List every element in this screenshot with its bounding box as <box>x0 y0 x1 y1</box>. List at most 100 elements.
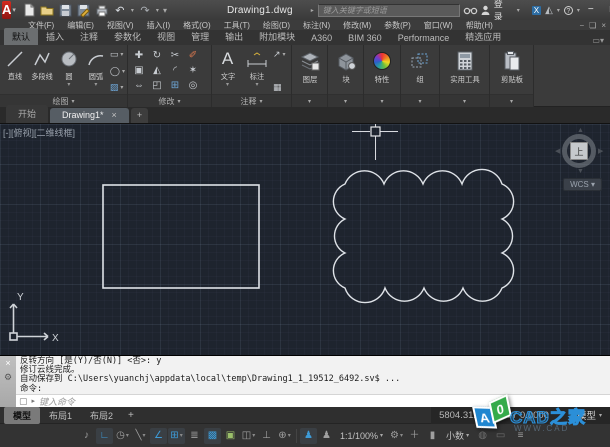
ribbon-tab-performance[interactable]: Performance <box>390 31 458 45</box>
menu-window[interactable]: 窗口(W) <box>424 20 453 31</box>
qat-customize-icon[interactable]: ▾ <box>163 6 167 15</box>
redo-arrow-icon[interactable]: ▾ <box>156 7 159 14</box>
rectangle-entity[interactable] <box>102 184 260 289</box>
revision-cloud-entity[interactable] <box>332 168 515 304</box>
fillet-icon[interactable]: ◜ <box>173 64 177 77</box>
alert-arrow-icon[interactable]: ▾ <box>557 7 560 14</box>
ribbon-tab-insert[interactable]: 插入 <box>38 28 72 45</box>
new-file-tab-button[interactable]: + <box>130 108 149 123</box>
panel-modify-title[interactable]: 修改 ▾ <box>128 94 211 107</box>
model-space-button[interactable]: 模型 ▾ <box>577 408 602 422</box>
file-tab-close-icon[interactable]: × <box>112 110 117 120</box>
table-button[interactable]: ▦ <box>273 82 286 93</box>
panel-properties-expand[interactable]: ▾ <box>364 94 400 107</box>
erase-icon[interactable]: ✐ <box>189 49 197 62</box>
ribbon-display-toggle-icon[interactable]: ▭▾ <box>592 36 604 45</box>
file-tab-start[interactable]: 开始 <box>6 105 49 123</box>
object-snap-toggle[interactable]: ⊞ ▾ <box>168 427 185 444</box>
undo-icon[interactable]: ↶ <box>113 4 127 17</box>
drawing-canvas[interactable]: Y X <box>0 124 610 355</box>
redo-icon[interactable]: ↷ <box>138 4 152 17</box>
circle-button[interactable]: 圆 ▾ <box>56 48 82 88</box>
ribbon-tab-addins[interactable]: 附加模块 <box>251 28 303 45</box>
layers-button[interactable]: 图层 <box>294 48 325 85</box>
scale-icon[interactable]: ◰ <box>152 79 161 92</box>
panel-clipboard-expand[interactable]: ▾ <box>490 94 533 107</box>
leader-button[interactable]: ↗ ▾ <box>273 49 286 60</box>
polar-tracking-toggle[interactable]: ◷ ▾ <box>114 428 131 444</box>
transparency-toggle[interactable]: ▩ <box>204 427 221 444</box>
arc-flyout-icon[interactable]: ▾ <box>94 82 97 88</box>
viewcube[interactable]: ▲ ▼ ◀ ▶ 上 <box>555 127 604 178</box>
circle-flyout-icon[interactable]: ▾ <box>67 82 70 88</box>
panel-block-expand[interactable]: ▾ <box>328 94 363 107</box>
arc-button[interactable]: 圆弧 ▾ <box>83 48 109 88</box>
dynamic-ucs-toggle[interactable]: ⊥ <box>258 428 275 444</box>
ribbon-tab-bim360[interactable]: BIM 360 <box>340 31 390 45</box>
window-maximize-button[interactable]: □ <box>602 0 610 20</box>
ribbon-tab-output[interactable]: 输出 <box>217 28 251 45</box>
ribbon-tab-annotate[interactable]: 注释 <box>72 28 106 45</box>
block-button[interactable]: 块 <box>330 48 361 85</box>
ribbon-tab-featured-apps[interactable]: 精选应用 <box>457 28 509 45</box>
save-as-icon[interactable] <box>77 4 91 18</box>
lineweight-toggle[interactable]: ≣ <box>186 428 203 444</box>
menu-parametric[interactable]: 参数(P) <box>384 20 411 31</box>
panel-annotate-title[interactable]: 注释 ▾ <box>212 94 291 107</box>
tab-model[interactable]: 模型 <box>4 406 41 424</box>
explode-icon[interactable]: ✶ <box>189 64 197 77</box>
app-menu-button[interactable]: A <box>2 1 12 19</box>
autoscale-toggle[interactable]: ♟ <box>318 428 335 444</box>
rotate-icon[interactable]: ↻ <box>153 49 161 62</box>
menu-dimension[interactable]: 标注(N) <box>303 20 330 31</box>
panel-utilities-expand[interactable]: ▾ <box>440 94 489 107</box>
ortho-mode-toggle[interactable]: ∟ <box>96 427 113 444</box>
properties-button[interactable]: 特性 <box>366 48 398 85</box>
line-button[interactable]: 直线 <box>2 48 28 82</box>
command-recent-arrow-icon[interactable]: ▸ <box>32 397 36 405</box>
polyline-button[interactable]: 多段线 <box>29 48 55 82</box>
annotation-monitor-toggle[interactable]: ＋ <box>406 428 423 444</box>
new-layout-button[interactable]: + <box>122 410 140 421</box>
3d-osnap-toggle[interactable]: ◫ ▾ <box>240 428 257 444</box>
command-input-icon[interactable]: ▢ <box>19 396 28 407</box>
isodraft-toggle[interactable]: ╲ ▾ <box>132 428 149 444</box>
search-expand-icon[interactable]: ▸ <box>311 7 314 14</box>
ellipse-button[interactable]: ◯ ▾ <box>110 66 125 77</box>
ribbon-tab-a360[interactable]: A360 <box>303 31 340 45</box>
sign-in-arrow-icon[interactable]: ▾ <box>517 7 520 14</box>
undo-arrow-icon[interactable]: ▾ <box>131 7 134 14</box>
menu-modify[interactable]: 修改(M) <box>343 20 371 31</box>
move-icon[interactable]: ✚ <box>135 49 143 62</box>
customize-status-bar-button[interactable]: ≡ <box>512 428 529 444</box>
tab-layout2[interactable]: 布局2 <box>81 407 122 424</box>
viewcube-east-icon[interactable]: ▶ <box>598 147 603 155</box>
graphics-performance-toggle[interactable]: ◍ <box>474 428 491 444</box>
doc-restore-button[interactable]: ❏ <box>589 21 596 30</box>
workspace-switch-button[interactable]: ⚙ ▾ <box>388 428 405 444</box>
file-tab-drawing1[interactable]: Drawing1* × <box>50 108 129 123</box>
utilities-button[interactable]: 实用工具 <box>442 48 487 85</box>
doc-minimize-button[interactable]: − <box>579 21 584 30</box>
copy-icon[interactable]: ▣ <box>134 64 143 77</box>
doc-close-button[interactable]: × <box>601 21 606 30</box>
clipboard-button[interactable]: 剪贴板 <box>492 48 531 85</box>
stretch-icon[interactable]: ⇔ <box>134 79 144 92</box>
trim-icon[interactable]: ✂ <box>171 49 179 62</box>
text-button[interactable]: A 文字 ▾ <box>214 48 241 88</box>
viewport-controls[interactable]: [-][俯视][二维线框] <box>3 126 75 139</box>
array-icon[interactable]: ⊞ <box>171 79 179 92</box>
panel-layers-expand[interactable]: ▾ <box>292 94 327 107</box>
tab-layout1[interactable]: 布局1 <box>40 407 81 424</box>
panel-group-expand[interactable]: ▾ <box>401 94 439 107</box>
ribbon-tab-home[interactable]: 默认 <box>4 28 39 45</box>
help-icon[interactable]: ? <box>563 5 573 15</box>
dynamic-input-toggle[interactable]: ⊕ ▾ <box>276 428 293 444</box>
a360-alert-icon[interactable]: ◭ <box>545 5 553 16</box>
viewcube-west-icon[interactable]: ◀ <box>555 147 560 155</box>
clean-screen-button[interactable]: ▭ <box>492 428 509 444</box>
viewcube-top-face[interactable]: 上 <box>570 142 588 160</box>
exchange-apps-icon[interactable]: X <box>531 5 542 15</box>
ribbon-tab-view[interactable]: 视图 <box>149 28 183 45</box>
coordinates-display[interactable]: 5804.312 67 0.0000 模型 ▾ <box>431 406 610 424</box>
